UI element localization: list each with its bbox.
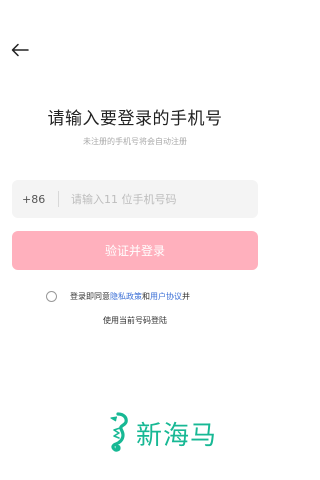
page-subtitle: 未注册的手机号将会自动注册 — [83, 137, 187, 146]
page-title: 请输入要登录的手机号 — [47, 109, 223, 129]
phone-input[interactable] — [69, 191, 253, 207]
phone-input-row: +86 — [12, 180, 258, 218]
country-code[interactable]: +86 — [12, 193, 58, 206]
back-button[interactable] — [8, 38, 32, 62]
privacy-policy-link[interactable]: 隐私政策 — [110, 292, 142, 301]
seahorse-logo-icon — [110, 412, 128, 452]
divider — [58, 191, 59, 207]
user-agreement-link[interactable]: 用户协议 — [150, 292, 182, 301]
agreement-suffix: 并 — [182, 292, 190, 301]
brand-logo: 新海马 — [104, 412, 217, 454]
agreement-and: 和 — [142, 292, 150, 301]
arrow-left-icon — [11, 43, 29, 57]
agreement-prefix: 登录即同意 — [70, 292, 110, 301]
agreement-text: 登录即同意隐私政策和用户协议并 — [70, 291, 190, 302]
verify-login-button[interactable]: 验证并登录 — [12, 231, 258, 270]
agreement-radio[interactable] — [46, 291, 57, 302]
agreement-text-line2: 使用当前号码登陆 — [103, 316, 167, 325]
brand-name: 新海马 — [136, 420, 218, 451]
